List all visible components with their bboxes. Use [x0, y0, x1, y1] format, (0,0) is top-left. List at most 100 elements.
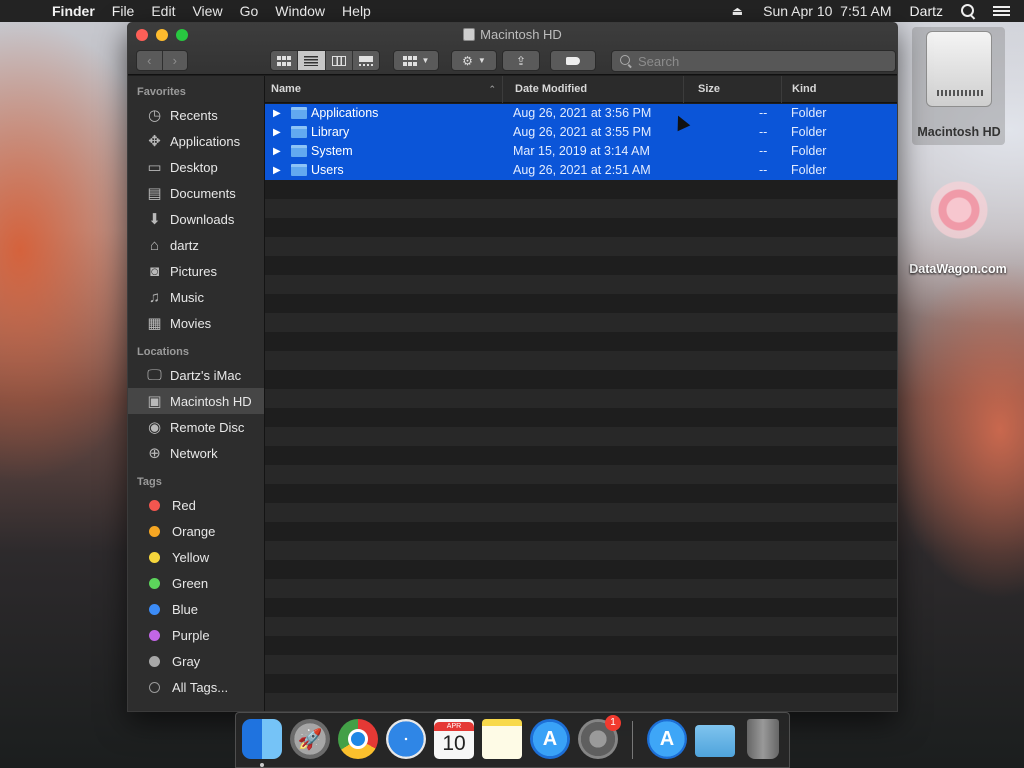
sidebar-item-downloads[interactable]: ⬇ Downloads	[128, 206, 264, 232]
user-menu[interactable]: Dartz	[910, 3, 943, 19]
list-view-button[interactable]	[298, 51, 326, 70]
calendar-icon[interactable]: APR 10	[434, 719, 474, 759]
file-name: System	[311, 144, 353, 158]
sidebar-tag-green[interactable]: Green	[128, 570, 264, 596]
safari-icon[interactable]	[386, 719, 426, 759]
sidebar-item-movies[interactable]: ▦ Movies	[128, 310, 264, 336]
menu-finder[interactable]: Finder	[52, 3, 95, 19]
back-button[interactable]: ‹	[137, 51, 163, 70]
globe-icon: ⊕	[148, 444, 161, 462]
search-icon	[620, 55, 632, 67]
home-icon: ⌂	[149, 236, 160, 254]
forward-button[interactable]: ›	[163, 51, 188, 70]
sidebar-item-imac[interactable]: 🖵 Dartz's iMac	[128, 362, 264, 388]
sidebar-item-macintosh-hd[interactable]: ▣ Macintosh HD	[128, 388, 264, 414]
sidebar-item-music[interactable]: ♫ Music	[128, 284, 264, 310]
sidebar-item-label: Desktop	[170, 159, 218, 175]
share-button[interactable]: ⇪	[502, 50, 540, 71]
sidebar-item-applications[interactable]: ✥ Applications	[128, 128, 264, 154]
app-store-icon[interactable]: A	[530, 719, 570, 759]
file-date: Aug 26, 2021 at 3:56 PM	[513, 106, 652, 120]
eject-icon[interactable]: ⏏	[732, 4, 743, 18]
group-by-button[interactable]: ▼	[393, 50, 439, 71]
sidebar-item-label: Green	[172, 575, 209, 591]
columns-icon	[331, 55, 346, 66]
chevron-down-icon: ▼	[477, 56, 486, 65]
notification-center-icon[interactable]	[993, 5, 1010, 17]
window-title: Macintosh HD	[128, 27, 897, 42]
sidebar-item-label: Orange	[172, 523, 216, 539]
folder-icon	[291, 107, 307, 119]
action-menu-button[interactable]: ⚙ ▼	[451, 50, 497, 71]
sidebar-item-desktop[interactable]: ▭ Desktop	[128, 154, 264, 180]
file-kind: Folder	[791, 144, 827, 158]
sidebar-item-pictures[interactable]: ◙ Pictures	[128, 258, 264, 284]
column-size[interactable]: Size	[692, 76, 782, 103]
sidebar-item-remote-disc[interactable]: ◉ Remote Disc	[128, 414, 264, 440]
edit-tags-button[interactable]	[550, 50, 596, 71]
sidebar-tag-blue[interactable]: Blue	[128, 596, 264, 622]
title-bar[interactable]: Macintosh HD ‹ › ▼ ⚙ ▼ ⇪	[128, 23, 897, 75]
launchpad-icon[interactable]: 🚀	[290, 719, 330, 759]
table-row[interactable]: ▶ Users Aug 26, 2021 at 2:51 AM -- Folde…	[265, 161, 897, 180]
column-kind[interactable]: Kind	[786, 76, 897, 103]
disclosure-triangle-icon[interactable]: ▶	[273, 123, 281, 142]
column-name[interactable]: Name ⌃	[265, 76, 503, 103]
window-title-text: Macintosh HD	[480, 27, 562, 42]
sidebar-item-label: Blue	[172, 601, 199, 617]
applications-folder-icon[interactable]: A	[647, 719, 687, 759]
sidebar-item-network[interactable]: ⊕ Network	[128, 440, 264, 466]
sidebar-item-documents[interactable]: ▤ Documents	[128, 180, 264, 206]
sidebar-tag-red[interactable]: Red	[128, 492, 264, 518]
gear-icon: ⚙	[462, 53, 473, 68]
notification-badge: 1	[605, 715, 621, 731]
list-icon	[304, 55, 319, 66]
clock[interactable]: Sun Apr 10 7:51 AM	[763, 3, 891, 19]
menu-edit[interactable]: Edit	[151, 3, 175, 19]
table-row[interactable]: ▶ System Mar 15, 2019 at 3:14 AM -- Fold…	[265, 142, 897, 161]
finder-icon[interactable]	[242, 719, 282, 759]
downloads-folder-icon[interactable]	[695, 725, 735, 757]
menu-view[interactable]: View	[192, 3, 222, 19]
search-field[interactable]	[611, 50, 896, 72]
datawagon-logo-icon[interactable]	[930, 175, 988, 245]
desktop-label-macintosh-hd: Macintosh HD	[917, 125, 1001, 139]
disclosure-triangle-icon[interactable]: ▶	[273, 142, 281, 161]
sidebar-item-label: Movies	[170, 315, 212, 331]
music-note-icon: ♫	[148, 288, 161, 306]
table-row[interactable]: ▶ Library Aug 26, 2021 at 3:55 PM -- Fol…	[265, 123, 897, 142]
gallery-view-button[interactable]	[353, 51, 379, 70]
file-size: --	[759, 163, 768, 177]
grid-icon	[277, 55, 292, 66]
menu-file[interactable]: File	[112, 3, 135, 19]
sidebar-item-label: Dartz's iMac	[170, 367, 242, 383]
search-input[interactable]	[638, 53, 888, 69]
sidebar-tag-orange[interactable]: Orange	[128, 518, 264, 544]
menu-help[interactable]: Help	[342, 3, 371, 19]
chrome-icon[interactable]	[338, 719, 378, 759]
trash-icon[interactable]	[747, 719, 779, 759]
column-date-modified[interactable]: Date Modified	[509, 76, 684, 103]
sidebar-tag-purple[interactable]: Purple	[128, 622, 264, 648]
view-mode-selector	[270, 50, 380, 71]
column-view-button[interactable]	[326, 51, 353, 70]
icon-view-button[interactable]	[271, 51, 299, 70]
sidebar-tag-gray[interactable]: Gray	[128, 648, 264, 674]
spotlight-search-icon[interactable]	[961, 4, 975, 18]
disclosure-triangle-icon[interactable]: ▶	[273, 161, 281, 180]
sidebar-all-tags[interactable]: All Tags...	[128, 674, 264, 700]
tag-color-dot	[149, 551, 160, 563]
menu-go[interactable]: Go	[240, 3, 259, 19]
sidebar-tag-yellow[interactable]: Yellow	[128, 544, 264, 570]
running-indicator	[260, 763, 264, 767]
notes-icon[interactable]	[482, 719, 522, 759]
table-row[interactable]: ▶ Applications Aug 26, 2021 at 3:56 PM -…	[265, 104, 897, 123]
menu-window[interactable]: Window	[275, 3, 325, 19]
sidebar-item-label: Downloads	[170, 211, 235, 227]
disclosure-triangle-icon[interactable]: ▶	[273, 104, 281, 123]
camera-icon: ◙	[149, 262, 160, 280]
file-size: --	[759, 125, 768, 139]
sidebar-item-dartz[interactable]: ⌂ dartz	[128, 232, 264, 258]
sidebar-item-recents[interactable]: ◷ Recents	[128, 102, 264, 128]
tag-color-dot	[149, 629, 160, 641]
